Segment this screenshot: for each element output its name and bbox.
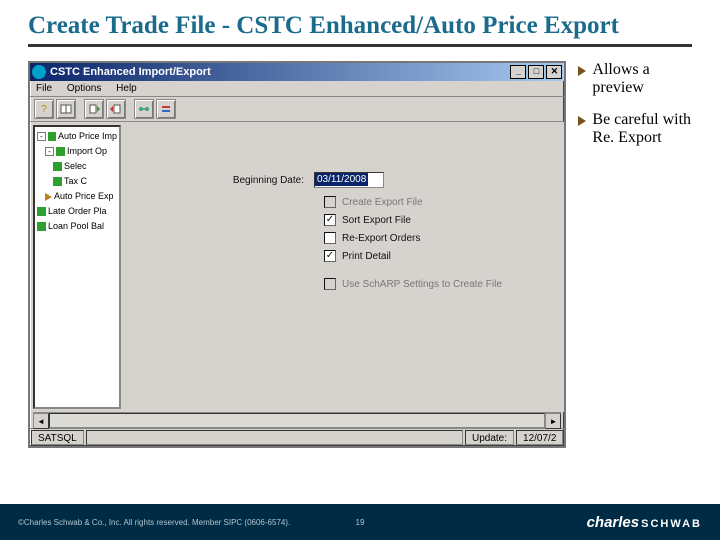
tree-label: Selec (64, 159, 87, 174)
menu-help[interactable]: Help (116, 83, 137, 94)
network-icon[interactable] (134, 99, 154, 119)
maximize-button[interactable]: □ (528, 65, 544, 79)
checkbox (324, 196, 336, 208)
checkbox-label: Re-Export Orders (342, 233, 420, 244)
checkbox-row: Create Export File (324, 196, 554, 208)
bullet-text: Allows a preview (592, 61, 692, 97)
node-icon (56, 147, 65, 156)
tree-scrollbar[interactable]: ◄ ► (33, 412, 561, 428)
app-icon (32, 65, 46, 79)
status-spacer (86, 430, 463, 445)
arrow-icon (45, 193, 52, 201)
export-icon[interactable] (106, 99, 126, 119)
slide-bullets: Allows a preview Be careful with Re. Exp… (578, 61, 692, 448)
form-panel: Beginning Date: 03/11/2008 Create Export… (124, 122, 564, 412)
import-icon[interactable] (84, 99, 104, 119)
tree-item[interactable]: Late Order Pla (37, 204, 117, 219)
help-icon[interactable]: ? (34, 99, 54, 119)
slide-footer: ©Charles Schwab & Co., Inc. All rights r… (0, 504, 720, 540)
checkbox-row: Re-Export Orders (324, 232, 554, 244)
beginning-date-label: Beginning Date: (154, 175, 314, 186)
status-bar: SATSQL Update: 12/07/2 (30, 428, 564, 446)
status-update-value: 12/07/2 (516, 430, 563, 445)
beginning-date-input[interactable]: 03/11/2008 (314, 172, 384, 188)
checkbox-row: Print Detail (324, 250, 554, 262)
title-bar[interactable]: CSTC Enhanced Import/Export _ □ ✕ (30, 63, 564, 81)
checkbox-label: Use SchARP Settings to Create File (342, 279, 502, 290)
toolbar: ? (30, 97, 564, 122)
tree-item[interactable]: - Auto Price Imp (37, 129, 117, 144)
schwab-logo: charlesSCHWAB (587, 514, 702, 531)
checkbox (324, 278, 336, 290)
settings-icon[interactable] (156, 99, 176, 119)
menu-bar: File Options Help (30, 81, 564, 97)
checkbox-row: Use SchARP Settings to Create File (324, 278, 554, 290)
checkbox[interactable] (324, 232, 336, 244)
tree-label: Loan Pool Bal (48, 219, 104, 234)
checkbox[interactable] (324, 214, 336, 226)
bullet-text: Be careful with Re. Export (592, 111, 692, 147)
tree-item[interactable]: Loan Pool Bal (37, 219, 117, 234)
title-rule (28, 44, 692, 47)
expand-icon[interactable]: - (45, 147, 54, 156)
checkbox-label: Create Export File (342, 197, 423, 208)
node-icon (37, 222, 46, 231)
checkbox-label: Sort Export File (342, 215, 411, 226)
tree-item[interactable]: - Import Op (37, 144, 117, 159)
scroll-track[interactable] (49, 413, 545, 428)
close-button[interactable]: ✕ (546, 65, 562, 79)
tree-item[interactable]: Selec (37, 159, 117, 174)
node-icon (48, 132, 56, 141)
status-db: SATSQL (31, 430, 84, 445)
node-icon (37, 207, 46, 216)
expand-icon[interactable]: - (37, 132, 46, 141)
tree-label: Tax C (64, 174, 87, 189)
tree-label: Import Op (67, 144, 107, 159)
checkbox[interactable] (324, 250, 336, 262)
tree-label: Auto Price Imp (58, 129, 117, 144)
tree-item[interactable]: Tax C (37, 174, 117, 189)
tree-label: Late Order Pla (48, 204, 107, 219)
scroll-left-icon[interactable]: ◄ (33, 413, 49, 429)
checkbox-label: Print Detail (342, 251, 391, 262)
bullet-icon (578, 66, 586, 76)
app-window: CSTC Enhanced Import/Export _ □ ✕ File O… (28, 61, 566, 448)
minimize-button[interactable]: _ (510, 65, 526, 79)
nav-tree[interactable]: -Auto Price Imp-Import OpSelecTax CAuto … (33, 125, 121, 409)
copyright: ©Charles Schwab & Co., Inc. All rights r… (18, 518, 290, 527)
slide-title: Create Trade File - CSTC Enhanced/Auto P… (0, 0, 720, 40)
scroll-right-icon[interactable]: ► (545, 413, 561, 429)
page-number: 19 (356, 518, 365, 527)
window-title: CSTC Enhanced Import/Export (50, 66, 211, 78)
tree-label: Auto Price Exp (54, 189, 114, 204)
menu-options[interactable]: Options (67, 83, 101, 94)
node-icon (53, 162, 62, 171)
book-icon[interactable] (56, 99, 76, 119)
bullet-icon (578, 116, 586, 126)
tree-item[interactable]: Auto Price Exp (37, 189, 117, 204)
checkbox-row: Sort Export File (324, 214, 554, 226)
status-update-label: Update: (465, 430, 514, 445)
node-icon (53, 177, 62, 186)
menu-file[interactable]: File (36, 83, 52, 94)
